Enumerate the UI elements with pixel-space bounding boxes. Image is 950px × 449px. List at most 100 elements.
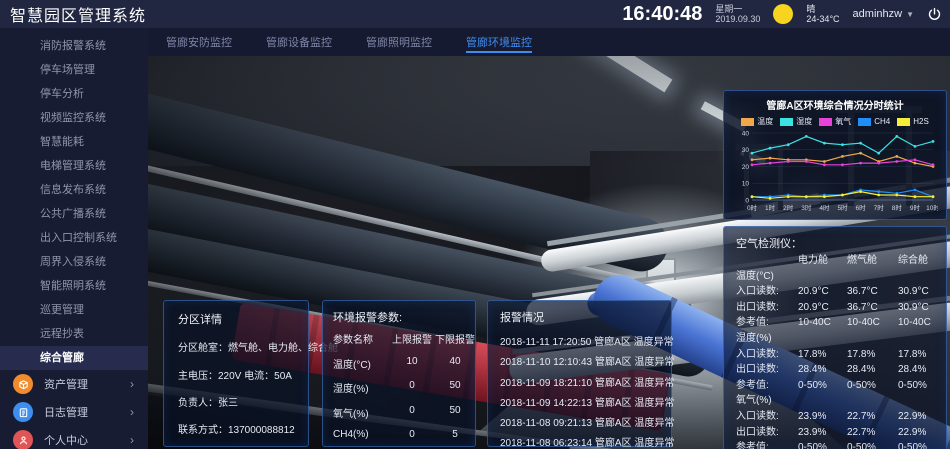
legend-swatch [819,118,832,126]
param-lower: 5 [433,429,477,440]
alarm-row: 2018-11-10 12:10:43 管廊A区 温度异常 [500,353,671,373]
svg-text:7时: 7时 [874,203,885,212]
sidebar-item-video-surveillance[interactable]: 视频监控系统 [0,106,148,130]
row-label: 入口读数: [736,409,798,425]
cell-value: 0-50% [847,378,898,394]
chart-title: 管廊A区环境综合情况分时统计 [724,97,946,112]
row-label: 参考值: [736,315,798,331]
svg-text:30: 30 [742,147,750,154]
param-upper: 0 [391,380,433,395]
param-lower: 40 [433,356,477,371]
svg-text:0时: 0时 [747,203,758,212]
sidebar-item-info-publish[interactable]: 信息发布系统 [0,178,148,202]
cell-value: 28.4% [847,362,898,378]
cell-value: 0-50% [847,440,898,449]
alarm-params-table: 参数名称 上限报警 下限报警 温度(°C) 10 40 湿度(%) 0 50 氧… [333,331,475,449]
sidebar-item-fire-alarm[interactable]: 消防报警系统 [0,34,148,58]
tab-equipment-monitoring[interactable]: 管廊设备监控 [266,28,332,56]
legend-label: CH4 [874,117,890,126]
col-header: 下限报警 [433,331,477,346]
col-header: 综合舱 [898,253,948,269]
zone-compartments: 分区舱室：燃气舱、电力舱、综合舱 [178,339,308,354]
legend-item: 湿度 [780,116,812,127]
sidebar-item-parking-analysis[interactable]: 停车分析 [0,82,148,106]
weather-temp: 24-34°C [806,14,839,24]
row-label: 出口读数: [736,425,798,441]
app-title: 智慧园区管理系统 [10,2,146,26]
sidebar-group-personal[interactable]: 个人中心 › [0,426,148,449]
svg-text:10时: 10时 [926,203,938,212]
svg-text:10: 10 [742,181,750,188]
air-monitor-title: 空气检测仪： [736,235,946,251]
param-lower: 50 [433,380,477,395]
tab-environment-monitoring[interactable]: 管廊环境监控 [466,28,532,56]
log-icon [13,402,33,422]
col-header: 燃气舱 [847,253,898,269]
section-title: 温度(°C) [736,269,948,285]
header: 智慧园区管理系统 16:40:48 星期一 2019.09.30 晴 24-34… [0,0,950,28]
sidebar-item-perimeter-intrusion[interactable]: 周界入侵系统 [0,250,148,274]
section-title: 湿度(%) [736,331,948,347]
chevron-down-icon: ▼ [906,10,914,19]
sidebar-item-smart-lighting[interactable]: 智能照明系统 [0,274,148,298]
sidebar-item-utility-tunnel[interactable]: 综合管廊 [0,346,148,370]
sidebar-group-assets[interactable]: 资产管理 › [0,370,148,398]
sidebar-item-public-broadcast[interactable]: 公共广播系统 [0,202,148,226]
tab-lighting-monitoring[interactable]: 管廊照明监控 [366,28,432,56]
tab-bar: 管廊安防监控 管廊设备监控 管廊照明监控 管廊环境监控 [148,28,950,56]
sidebar-item-parking-mgmt[interactable]: 停车场管理 [0,58,148,82]
username: adminhzw [853,8,903,20]
chart-legend: 温度湿度氧气CH4H2S [724,116,946,127]
alarm-row: 2018-11-09 18:21:10 管廊A区 温度异常 [500,374,671,394]
cell-value: 36.7°C [847,300,898,316]
cell-value: 20.9°C [798,284,847,300]
param-lower: 50 [433,405,477,420]
cell-value: 22.7% [847,409,898,425]
tab-security-monitoring[interactable]: 管廊安防监控 [166,28,232,56]
legend-swatch [741,118,754,126]
cell-value: 17.8% [798,347,847,363]
legend-label: 氧气 [835,116,851,127]
zone-detail-panel: 分区详情 分区舱室：燃气舱、电力舱、综合舱 主电压：220V 电流：50A 负责… [163,300,309,447]
air-monitor-table: 电力舱 燃气舱 综合舱 温度(°C) 入口读数: 20.9°C 36.7°C 3… [724,253,946,449]
weather-condition: 晴 [806,4,839,14]
legend-item: CH4 [858,117,890,126]
asset-icon [13,374,33,394]
alarm-row: 2018-11-11 17:20:50 管廊A区 温度异常 [500,333,671,353]
chevron-right-icon: › [130,405,134,419]
date-label: 2019.09.30 [715,14,760,24]
power-button[interactable] [927,7,942,22]
cell-value: 0-50% [798,378,847,394]
svg-text:20: 20 [742,164,750,171]
sidebar-item-energy[interactable]: 智慧能耗 [0,130,148,154]
svg-text:5时: 5时 [837,203,848,212]
cell-value: 36.7°C [847,284,898,300]
cell-value: 23.9% [798,425,847,441]
cell-value: 22.9% [898,425,948,441]
alarm-row: 2018-11-08 06:23:14 管廊A区 温度异常 [500,434,671,449]
sidebar-item-remote-meter[interactable]: 远程抄表 [0,322,148,346]
sidebar-group-logs[interactable]: 日志管理 › [0,398,148,426]
cell-value: 22.9% [898,409,948,425]
row-label: 参考值: [736,440,798,449]
cell-value: 10-40C [898,315,948,331]
header-right: 16:40:48 星期一 2019.09.30 晴 24-34°C adminh… [622,0,942,28]
param-name: 温度(°C) [333,356,391,371]
user-menu[interactable]: adminhzw ▼ [853,8,914,20]
cell-value: 30.9°C [898,300,948,316]
legend-item: 氧气 [819,116,851,127]
sidebar-item-elevator[interactable]: 电梯管理系统 [0,154,148,178]
sidebar-item-access-control[interactable]: 出入口控制系统 [0,226,148,250]
param-upper: 10 [391,356,433,371]
sidebar-group-label: 资产管理 [44,376,88,392]
sidebar-item-patrol[interactable]: 巡更管理 [0,298,148,322]
zone-owner: 负责人：张三 [178,394,308,409]
cell-value: 0-50% [798,440,847,449]
sidebar-group-label: 日志管理 [44,404,88,420]
legend-swatch [780,118,793,126]
cell-value: 17.8% [898,347,948,363]
env-chart-panel: 管廊A区环境综合情况分时统计 温度湿度氧气CH4H2S 0102030400时1… [723,90,947,220]
clock: 16:40:48 [622,3,702,26]
air-monitor-panel: 空气检测仪： 电力舱 燃气舱 综合舱 温度(°C) 入口读数: 20.9°C 3… [723,226,947,449]
section-title: 氧气(%) [736,393,948,409]
